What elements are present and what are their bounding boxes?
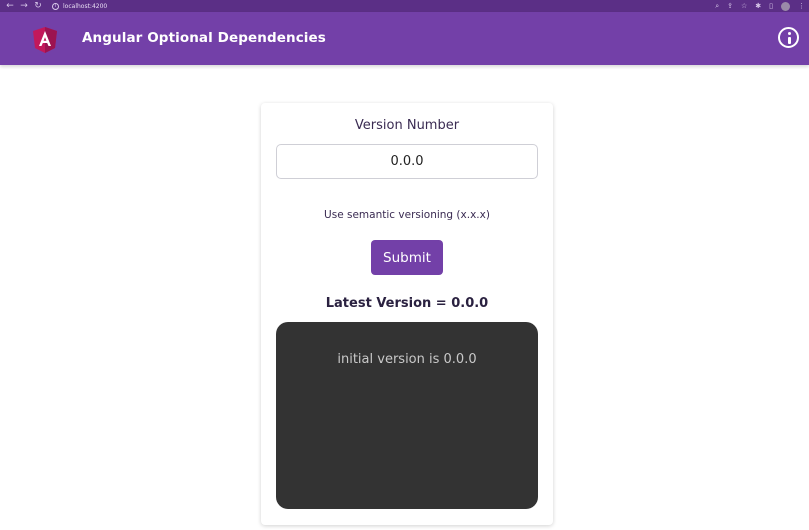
version-input[interactable] bbox=[276, 144, 538, 179]
menu-icon[interactable]: ⋮ bbox=[798, 2, 805, 10]
latest-version-text: Latest Version = 0.0.0 bbox=[325, 296, 489, 311]
url-text: localhost:4200 bbox=[63, 2, 108, 10]
reload-icon[interactable]: ↻ bbox=[34, 0, 42, 12]
browser-actions: ⌕ ⇪ ☆ ✱ ▯ ⋮ bbox=[715, 0, 805, 12]
extensions-icon[interactable]: ✱ bbox=[755, 2, 761, 10]
profile-avatar[interactable] bbox=[781, 1, 790, 11]
back-icon[interactable]: ← bbox=[6, 0, 14, 12]
version-card: Version Number Use semantic versioning (… bbox=[261, 103, 553, 525]
browser-nav: ← → ↻ bbox=[0, 0, 42, 12]
sidebar-icon[interactable]: ▯ bbox=[769, 2, 773, 10]
app-toolbar: Angular Optional Dependencies bbox=[0, 12, 809, 65]
info-icon bbox=[788, 32, 791, 35]
app-title: Angular Optional Dependencies bbox=[82, 30, 326, 46]
site-info-icon[interactable]: i bbox=[52, 2, 59, 10]
share-icon[interactable]: ⇪ bbox=[727, 2, 733, 10]
angular-logo-icon bbox=[33, 27, 57, 53]
address-bar[interactable]: i localhost:4200 bbox=[52, 0, 760, 12]
forward-icon[interactable]: → bbox=[20, 0, 28, 12]
info-icon-bar bbox=[788, 37, 791, 44]
version-log-panel: initial version is 0.0.0 bbox=[276, 322, 538, 509]
version-log-entry: initial version is 0.0.0 bbox=[337, 352, 477, 367]
browser-chrome: ← → ↻ i localhost:4200 ⌕ ⇪ ☆ ✱ ▯ ⋮ bbox=[0, 0, 809, 12]
zoom-icon[interactable]: ⌕ bbox=[715, 2, 719, 11]
bookmark-star-icon[interactable]: ☆ bbox=[741, 2, 747, 10]
version-number-label: Version Number bbox=[354, 118, 460, 133]
info-button[interactable] bbox=[778, 27, 799, 48]
submit-button[interactable]: Submit bbox=[371, 240, 443, 275]
semver-hint: Use semantic versioning (x.x.x) bbox=[324, 209, 490, 221]
